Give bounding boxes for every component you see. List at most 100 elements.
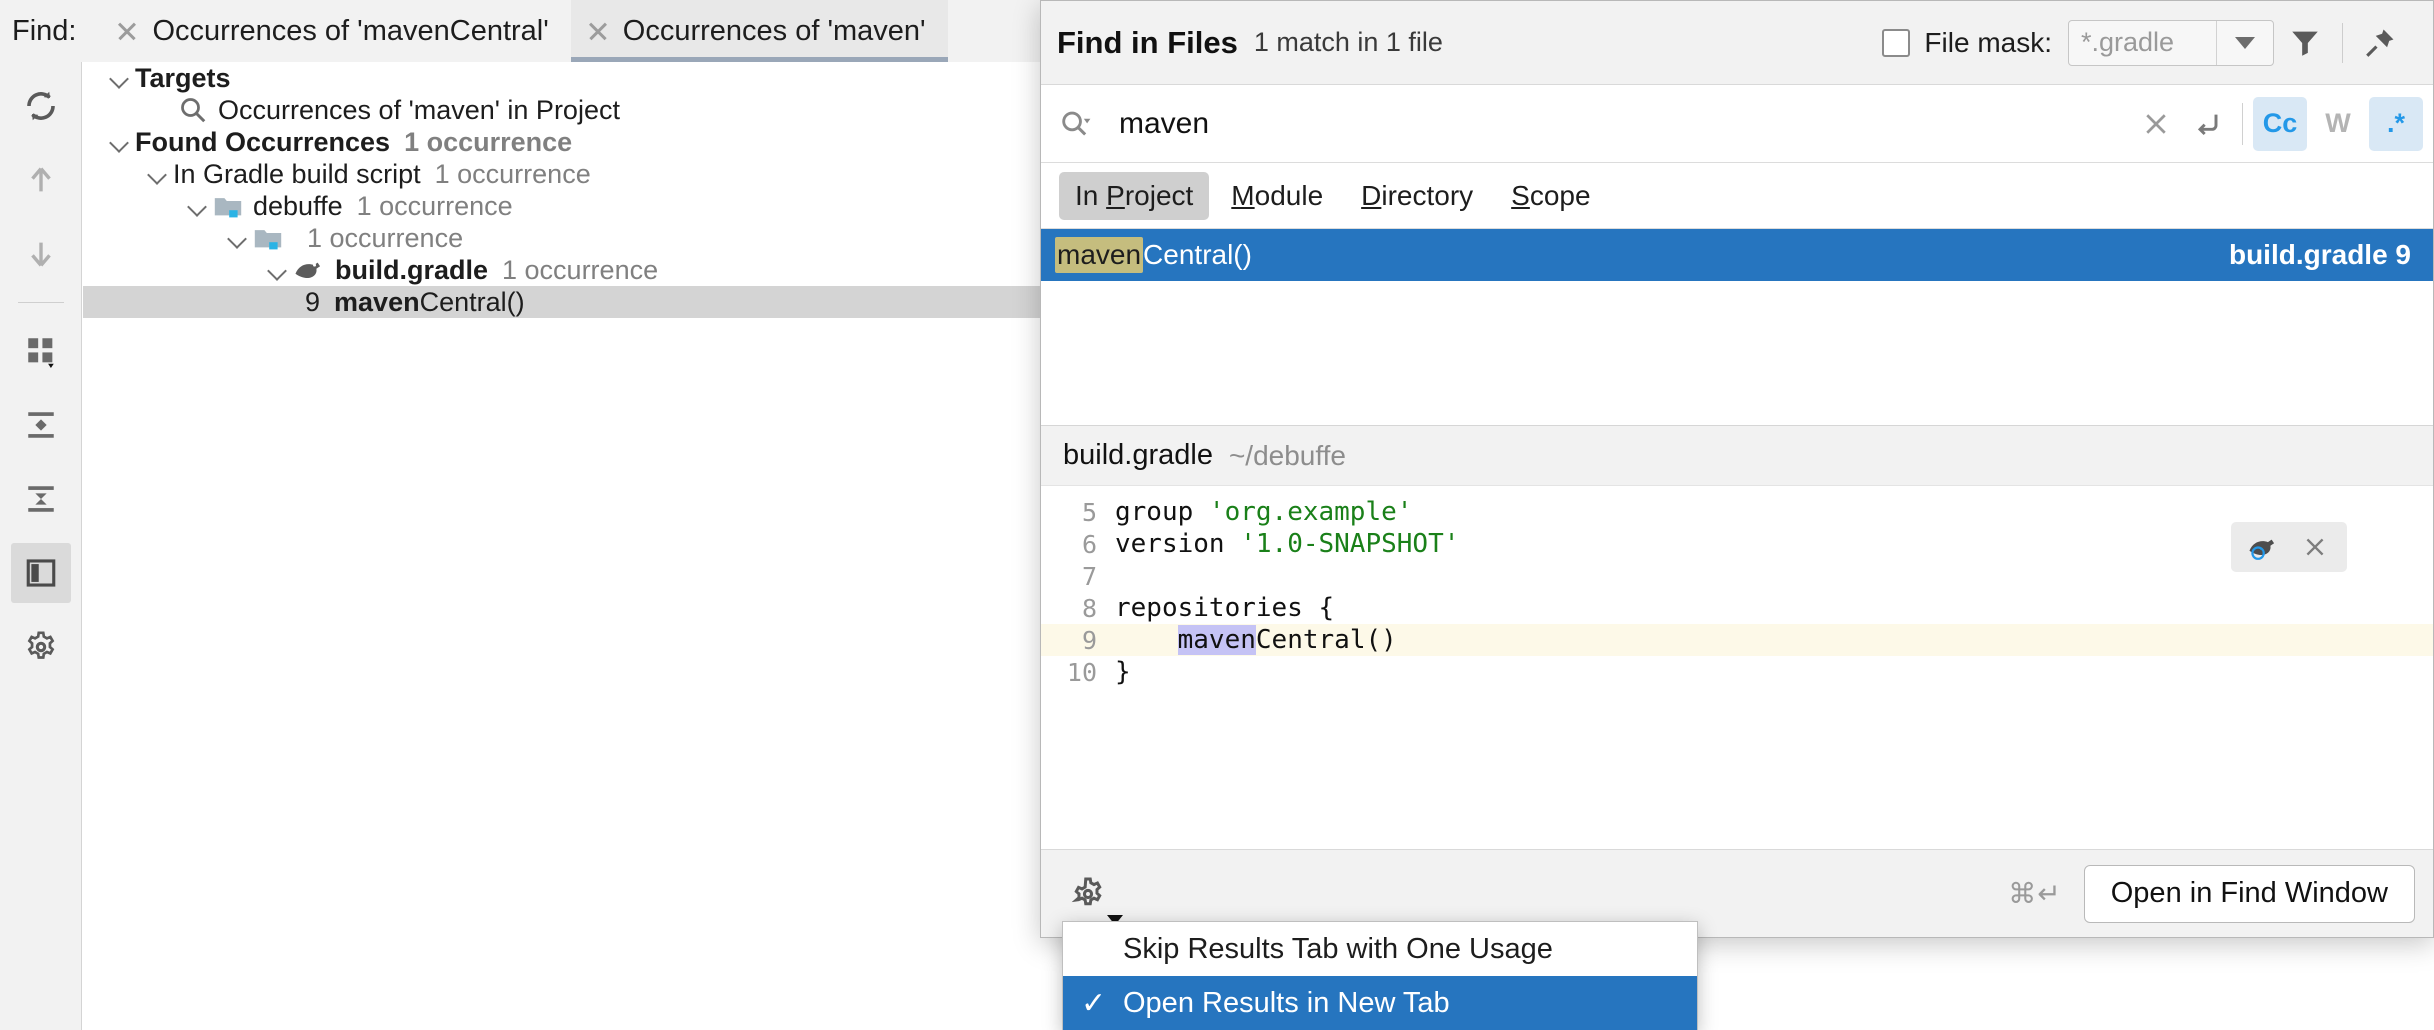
previous-occurrence-icon[interactable] [11, 150, 71, 210]
open-in-editor-icon[interactable] [2237, 522, 2289, 572]
tree-node-label: Occurrences of 'maven' in Project [218, 95, 620, 126]
gradle-file-icon [293, 257, 325, 283]
expand-all-icon[interactable] [11, 395, 71, 455]
find-label: Find: [12, 15, 76, 48]
clear-icon[interactable] [2130, 98, 2182, 150]
search-icon[interactable] [1059, 107, 1103, 141]
settings-icon[interactable] [11, 617, 71, 677]
close-preview-icon[interactable] [2289, 522, 2341, 572]
regex-toggle[interactable]: .* [2369, 97, 2423, 151]
code-line-highlighted: 9 mavenCentral() [1041, 624, 2433, 656]
close-icon[interactable] [585, 18, 611, 44]
pin-icon[interactable] [2349, 12, 2411, 74]
file-mask-label: File mask: [1924, 27, 2052, 59]
line-number: 8 [1041, 594, 1115, 623]
dialog-title: Find in Files [1057, 25, 1238, 61]
result-row[interactable]: maven Central() build.gradle 9 [1041, 229, 2433, 281]
preview-float-toolbar [2231, 522, 2347, 572]
line-number: 9 [1041, 626, 1115, 655]
rerun-icon[interactable] [11, 76, 71, 136]
dialog-header: Find in Files 1 match in 1 file File mas… [1041, 1, 2433, 85]
preview-code[interactable]: 5 group 'org.example' 6 version '1.0-SNA… [1041, 486, 2433, 688]
find-in-files-dialog: Find in Files 1 match in 1 file File mas… [1040, 0, 2434, 938]
result-line-text: Central() [1143, 239, 1252, 271]
filter-icon[interactable] [2274, 12, 2336, 74]
search-icon [178, 95, 208, 125]
chevron-down-icon[interactable] [105, 127, 135, 157]
tree-node-label: Found Occurrences [135, 127, 390, 158]
code-line: 7 [1041, 560, 2433, 592]
preview-file-bar: build.gradle ~/debuffe [1041, 426, 2433, 486]
code-line: 8 repositories { [1041, 592, 2433, 624]
match-line-number: 9 [305, 287, 320, 318]
line-number: 7 [1041, 562, 1115, 591]
open-in-find-window-button[interactable]: Open in Find Window [2084, 865, 2415, 923]
find-tab-maven[interactable]: Occurrences of 'maven' [571, 0, 948, 62]
tree-node-count: 1 occurrence [435, 159, 591, 190]
whole-words-toggle[interactable]: W [2311, 97, 2365, 151]
group-by-icon[interactable] [11, 321, 71, 381]
match-case-toggle[interactable]: Cc [2253, 97, 2307, 151]
match-summary: 1 match in 1 file [1254, 27, 1443, 58]
find-side-toolbar [0, 62, 82, 1030]
menu-item-skip-results-tab[interactable]: Skip Results Tab with One Usage [1063, 922, 1697, 976]
tree-node-count: 1 occurrence [307, 223, 463, 254]
code-line: 10 } [1041, 656, 2433, 688]
result-file-label: build.gradle 9 [2229, 239, 2411, 271]
screen-root: Find: Occurrences of 'mavenCentral' Occu… [0, 0, 2434, 1030]
folder-icon [253, 226, 283, 250]
menu-item-open-results-in-new-tab[interactable]: ✓ Open Results in New Tab [1063, 976, 1697, 1030]
tab-in-project[interactable]: In Project [1059, 172, 1209, 220]
menu-item-label: Skip Results Tab with One Usage [1123, 933, 1553, 966]
preview-file-path: ~/debuffe [1229, 440, 1346, 472]
menu-item-label: Open Results in New Tab [1123, 987, 1450, 1020]
tab-scope[interactable]: Scope [1495, 172, 1606, 220]
scope-tabs: In Project Module Directory Scope [1041, 163, 2433, 229]
tree-node-count: 1 occurrence [357, 191, 513, 222]
line-number: 5 [1041, 498, 1115, 527]
chevron-down-icon[interactable] [143, 159, 173, 189]
search-row: maven Cc W .* [1041, 85, 2433, 163]
find-tab-label: Occurrences of 'maven' [623, 15, 926, 48]
tree-node-count: 1 occurrence [502, 255, 658, 286]
tree-node-label: In Gradle build script [173, 159, 421, 190]
gear-icon[interactable] [1059, 865, 1117, 923]
search-input[interactable]: maven [1119, 107, 2130, 141]
chevron-down-icon[interactable] [263, 255, 293, 285]
preview-file-name: build.gradle [1063, 439, 1213, 472]
tree-row-match[interactable]: 9 maven Central() [83, 286, 1068, 318]
chevron-down-icon[interactable] [223, 223, 253, 253]
search-divider [2242, 103, 2243, 145]
preview-panel-icon[interactable] [11, 543, 71, 603]
tree-node-label: debuffe [253, 191, 343, 222]
result-match-highlight: maven [1055, 237, 1143, 273]
search-history-icon[interactable] [2182, 98, 2234, 150]
line-number: 6 [1041, 530, 1115, 559]
tree-node-count: 1 occurrence [404, 127, 572, 158]
folder-icon [213, 194, 243, 218]
match-text-bold: maven [334, 287, 420, 318]
file-mask-input[interactable]: *.gradle [2069, 21, 2217, 65]
gear-context-menu: Skip Results Tab with One Usage ✓ Open R… [1062, 921, 1698, 1030]
file-mask-combobox[interactable]: *.gradle [2068, 20, 2274, 66]
tab-module[interactable]: Module [1215, 172, 1339, 220]
close-icon[interactable] [114, 18, 140, 44]
tab-directory[interactable]: Directory [1345, 172, 1489, 220]
chevron-down-icon[interactable] [183, 191, 213, 221]
find-tab-label: Occurrences of 'mavenCentral' [152, 15, 548, 48]
tree-node-label: build.gradle [335, 255, 488, 286]
chevron-down-icon[interactable] [105, 63, 135, 93]
chevron-down-icon[interactable] [2217, 21, 2273, 65]
results-list: maven Central() build.gradle 9 [1041, 229, 2433, 425]
code-line: 5 group 'org.example' [1041, 496, 2433, 528]
collapse-all-icon[interactable] [11, 469, 71, 529]
find-tab-mavencentral[interactable]: Occurrences of 'mavenCentral' [100, 0, 570, 62]
next-occurrence-icon[interactable] [11, 224, 71, 284]
line-number: 10 [1041, 658, 1115, 687]
check-icon: ✓ [1081, 986, 1123, 1021]
file-mask-checkbox[interactable] [1882, 29, 1910, 57]
toolbar-divider [18, 302, 64, 303]
code-line: 6 version '1.0-SNAPSHOT' [1041, 528, 2433, 560]
header-divider [2342, 23, 2343, 63]
preview-pane: build.gradle ~/debuffe 5 group 'org.exam… [1041, 425, 2433, 849]
